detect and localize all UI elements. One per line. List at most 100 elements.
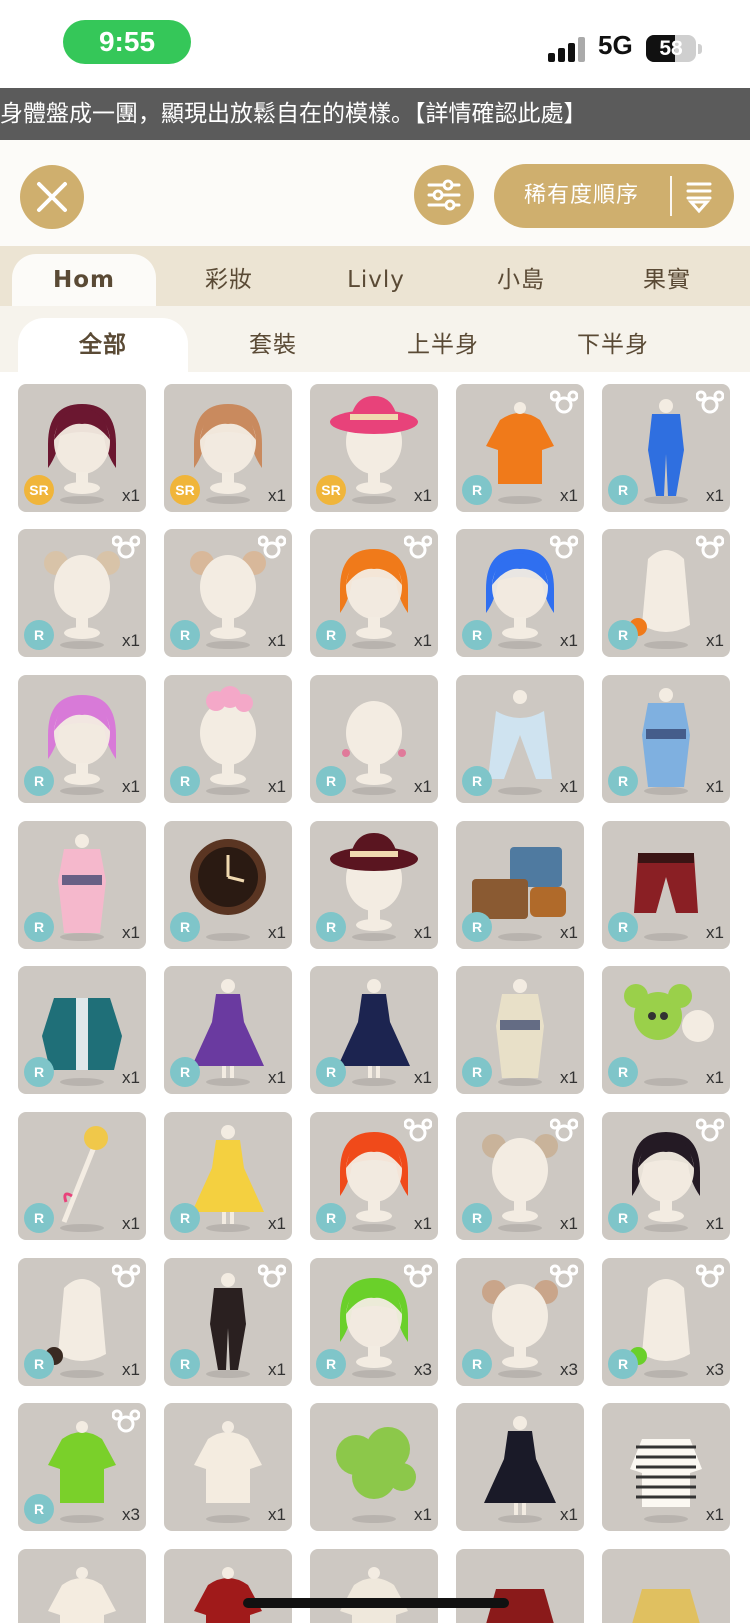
- item-card[interactable]: Rx1: [18, 821, 146, 949]
- item-card[interactable]: x1: [456, 1403, 584, 1531]
- item-card[interactable]: Rx1: [310, 1112, 438, 1240]
- rarity-badge: R: [608, 1057, 638, 1087]
- item-card[interactable]: Rx3: [602, 1258, 730, 1386]
- item-card[interactable]: [18, 1549, 146, 1623]
- item-card[interactable]: Rx1: [164, 1112, 292, 1240]
- mouse-ears-icon: [404, 1264, 432, 1288]
- sort-order-button[interactable]: 稀有度順序: [494, 164, 734, 228]
- item-card[interactable]: Rx1: [18, 1258, 146, 1386]
- item-card[interactable]: Rx1: [164, 966, 292, 1094]
- item-card[interactable]: Rx1: [310, 821, 438, 949]
- item-quantity: x1: [122, 1068, 140, 1087]
- rarity-badge: R: [170, 766, 200, 796]
- item-quantity: x1: [268, 923, 286, 942]
- subtab-lower-body[interactable]: 下半身: [528, 318, 698, 372]
- item-card[interactable]: Rx1: [310, 675, 438, 803]
- item-card[interactable]: Rx1: [164, 1258, 292, 1386]
- subtab-set[interactable]: 套裝: [188, 318, 358, 372]
- tab-livly[interactable]: Livly: [305, 254, 447, 306]
- close-button[interactable]: [20, 165, 84, 229]
- rarity-badge: R: [316, 912, 346, 942]
- tab-island[interactable]: 小島: [450, 254, 592, 306]
- item-card[interactable]: Rx1: [602, 529, 730, 657]
- tab-hom[interactable]: Hom: [12, 254, 156, 306]
- item-card[interactable]: Rx1: [602, 1112, 730, 1240]
- subtab-upper-body[interactable]: 上半身: [358, 318, 528, 372]
- rarity-badge: R: [462, 766, 492, 796]
- mouse-ears-icon: [404, 1118, 432, 1142]
- rarity-badge: R: [316, 1203, 346, 1233]
- subtab-all[interactable]: 全部: [18, 318, 188, 372]
- item-quantity: x1: [706, 1068, 724, 1087]
- rarity-badge: R: [462, 1349, 492, 1379]
- tab-fruit[interactable]: 果實: [596, 254, 738, 306]
- item-card[interactable]: [310, 1549, 438, 1623]
- item-card[interactable]: Rx3: [18, 1403, 146, 1531]
- rarity-badge: R: [462, 475, 492, 505]
- item-quantity: x1: [706, 1214, 724, 1233]
- item-card[interactable]: Rx1: [164, 675, 292, 803]
- item-card[interactable]: SR x1: [310, 384, 438, 512]
- item-card[interactable]: [602, 1549, 730, 1623]
- item-card[interactable]: Rx1: [456, 1112, 584, 1240]
- item-quantity: x1: [268, 486, 286, 505]
- item-card[interactable]: SR x1: [164, 384, 292, 512]
- tab-makeup[interactable]: 彩妝: [158, 254, 300, 306]
- mouse-ears-icon: [696, 1264, 724, 1288]
- item-card[interactable]: Rx1: [164, 821, 292, 949]
- item-card[interactable]: Rx1: [310, 966, 438, 1094]
- item-card[interactable]: Rx1: [456, 384, 584, 512]
- item-quantity: x1: [706, 486, 724, 505]
- item-quantity: x1: [706, 923, 724, 942]
- item-quantity: x1: [414, 1214, 432, 1233]
- item-card[interactable]: Rx1: [456, 821, 584, 949]
- item-card[interactable]: x1: [164, 1403, 292, 1531]
- item-card[interactable]: Rx1: [164, 529, 292, 657]
- item-card[interactable]: x1: [310, 1403, 438, 1531]
- subcategory-tabs: 全部 套裝 上半身 下半身: [0, 306, 750, 372]
- item-card[interactable]: [456, 1549, 584, 1623]
- item-quantity: x1: [122, 923, 140, 942]
- news-ticker[interactable]: 身體盤成一團，顯現出放鬆自在的模樣。【詳情確認此處】: [0, 88, 750, 140]
- item-card[interactable]: Rx1: [18, 529, 146, 657]
- item-card[interactable]: Rx1: [602, 966, 730, 1094]
- item-card[interactable]: Rx3: [456, 1258, 584, 1386]
- item-quantity: x1: [414, 923, 432, 942]
- item-card[interactable]: Rx1: [456, 966, 584, 1094]
- item-quantity: x1: [414, 1505, 432, 1524]
- item-quantity: x1: [414, 486, 432, 505]
- item-quantity: x1: [414, 1068, 432, 1087]
- item-card[interactable]: Rx1: [18, 966, 146, 1094]
- item-card[interactable]: [164, 1549, 292, 1623]
- toolbar: 稀有度順序: [0, 140, 750, 246]
- filter-button[interactable]: [414, 165, 474, 225]
- sort-descending-icon: [686, 182, 712, 214]
- item-card[interactable]: Rx1: [456, 675, 584, 803]
- item-quantity: x1: [560, 631, 578, 650]
- item-card[interactable]: x1: [602, 1403, 730, 1531]
- item-card[interactable]: Rx1: [602, 675, 730, 803]
- rarity-badge: R: [608, 766, 638, 796]
- home-indicator: [243, 1598, 509, 1608]
- item-card[interactable]: Rx1: [18, 675, 146, 803]
- item-quantity: x1: [122, 1214, 140, 1233]
- sort-label: 稀有度順序: [524, 183, 640, 208]
- item-card[interactable]: Rx1: [18, 1112, 146, 1240]
- battery-tip: [698, 44, 702, 54]
- rarity-badge: R: [462, 620, 492, 650]
- rarity-badge: R: [316, 766, 346, 796]
- item-card[interactable]: SR x1: [18, 384, 146, 512]
- status-time[interactable]: 9:55: [63, 20, 191, 64]
- rarity-badge: R: [24, 620, 54, 650]
- rarity-badge: R: [170, 1203, 200, 1233]
- item-card[interactable]: Rx1: [310, 529, 438, 657]
- item-card[interactable]: Rx1: [602, 384, 730, 512]
- item-card[interactable]: Rx1: [602, 821, 730, 949]
- rarity-badge: R: [608, 620, 638, 650]
- battery-icon: 58: [646, 35, 696, 62]
- item-card[interactable]: Rx1: [456, 529, 584, 657]
- item-card[interactable]: Rx3: [310, 1258, 438, 1386]
- battery-percent: 58: [659, 37, 683, 60]
- item-quantity: x1: [268, 1505, 286, 1524]
- rarity-badge: R: [316, 1057, 346, 1087]
